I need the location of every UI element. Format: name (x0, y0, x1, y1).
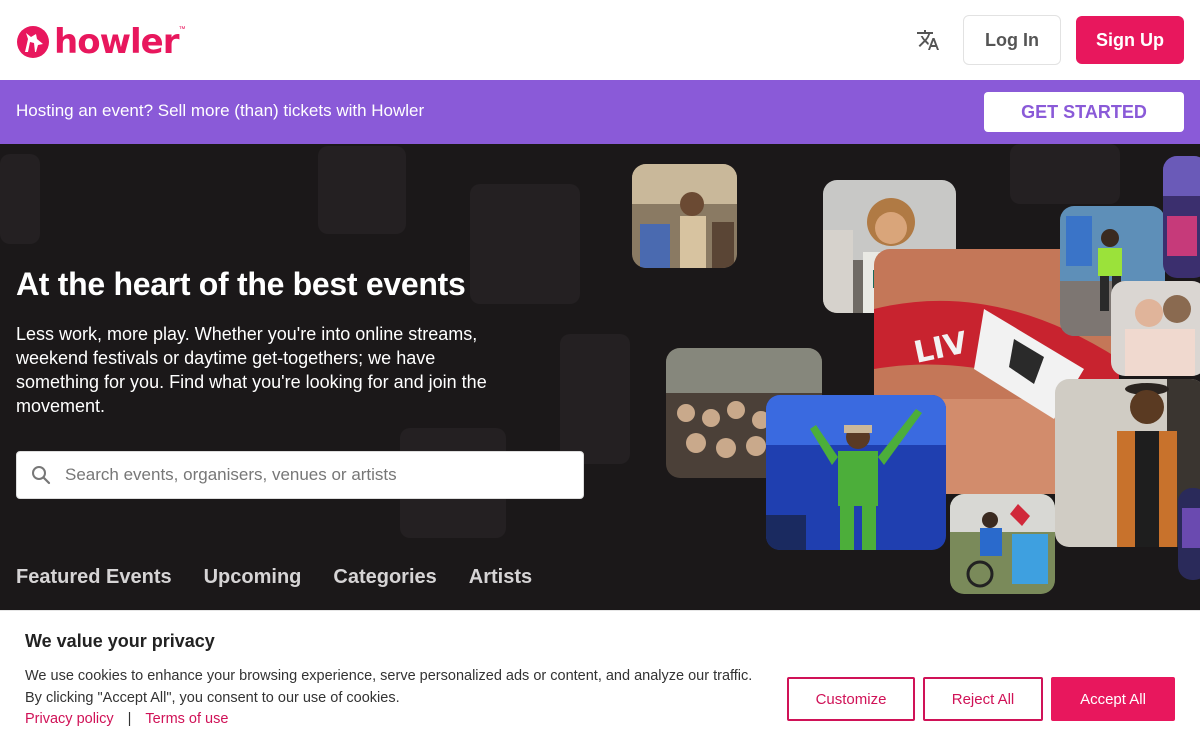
hero-tabs: Featured Events Upcoming Categories Arti… (16, 566, 532, 589)
link-separator: | (127, 711, 132, 727)
photo-right-edge (1178, 488, 1200, 580)
background-photo-tile (318, 146, 406, 234)
photo-cyclist (950, 494, 1055, 594)
brand-name: howler (54, 22, 179, 62)
cookie-links: Privacy policy | Terms of use (25, 711, 228, 727)
photo-hugging-friends (1111, 281, 1200, 376)
translate-icon (917, 30, 939, 50)
howler-logo[interactable]: howler ™ (16, 22, 185, 62)
site-header: howler ™ Log In Sign Up (0, 0, 1200, 80)
get-started-button[interactable]: GET STARTED (984, 92, 1184, 132)
tab-artists[interactable]: Artists (469, 566, 532, 589)
terms-of-use-link[interactable]: Terms of use (145, 711, 228, 727)
login-button[interactable]: Log In (963, 15, 1061, 65)
host-promo-banner: Hosting an event? Sell more (than) ticke… (0, 80, 1200, 144)
signup-button[interactable]: Sign Up (1076, 16, 1184, 64)
howler-wolf-logo-icon (17, 26, 49, 58)
hero-section: LIV At the heart of the best events Less… (0, 144, 1200, 610)
photo-performer-green-suit (766, 395, 946, 550)
hero-subtitle: Less work, more play. Whether you're int… (16, 324, 487, 416)
search-icon (17, 451, 65, 499)
background-photo-tile (0, 154, 40, 244)
trademark: ™ (178, 26, 186, 33)
background-photo-tile (1010, 144, 1120, 204)
cookie-consent-banner: We value your privacy We use cookies to … (0, 610, 1200, 750)
reject-all-button[interactable]: Reject All (923, 677, 1043, 721)
language-button[interactable] (912, 26, 944, 54)
search-input[interactable] (65, 452, 583, 498)
hero-title: At the heart of the best events (16, 266, 466, 302)
cookie-title: We value your privacy (25, 631, 215, 651)
tab-upcoming[interactable]: Upcoming (204, 566, 302, 589)
tab-categories[interactable]: Categories (333, 566, 436, 589)
photo-concert-stage-edge (1163, 156, 1200, 278)
cookie-text: We use cookies to enhance your browsing … (25, 668, 753, 706)
background-photo-tile (470, 184, 580, 304)
privacy-policy-link[interactable]: Privacy policy (25, 711, 114, 727)
search-bar[interactable] (16, 451, 584, 499)
accept-all-button[interactable]: Accept All (1051, 677, 1175, 721)
promo-text: Hosting an event? Sell more (than) ticke… (16, 101, 425, 120)
customize-button[interactable]: Customize (787, 677, 915, 721)
tab-featured-events[interactable]: Featured Events (16, 566, 172, 589)
background-photo-tile (560, 334, 630, 464)
photo-festival-crowd (632, 164, 737, 268)
